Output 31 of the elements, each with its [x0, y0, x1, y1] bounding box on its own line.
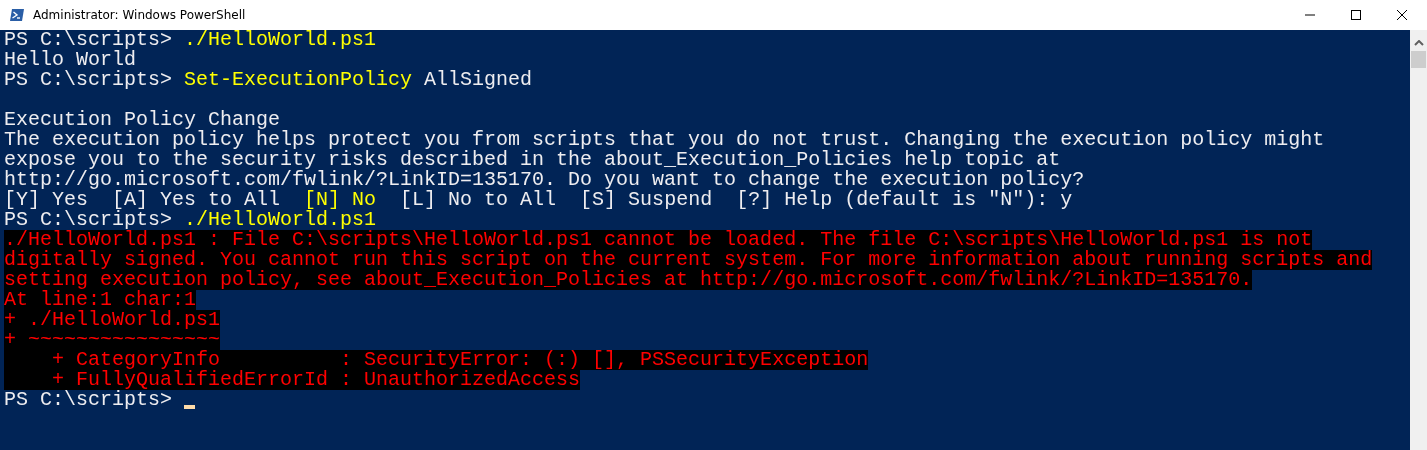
close-icon	[1397, 10, 1407, 20]
output-text: [L] No to All [S] Suspend [?] Help (default is "N"): y	[400, 190, 1073, 210]
prompt-text: PS C:\scripts>	[4, 70, 174, 90]
error-text: + FullyQualifiedErrorId : UnauthorizedAccess	[4, 370, 581, 390]
output-text: Hello World	[4, 50, 137, 70]
scroll-up-icon[interactable]	[1413, 40, 1424, 46]
prompt-text: PS C:\scripts>	[4, 30, 174, 50]
error-text: + ~~~~~~~~~~~~~~~~	[4, 330, 221, 350]
error-text: + CategoryInfo : SecurityError: (:) [], PSSecurityException	[4, 350, 869, 370]
prompt-text: PS C:\scripts>	[4, 390, 173, 410]
error-text: ./HelloWorld.ps1 : File C:\scripts\HelloWorld.ps1 cannot be loaded. The file C:\scripts\HelloWorld.ps1 is not	[4, 230, 1313, 250]
command-text: [N] No	[304, 190, 377, 210]
output-text: The execution policy helps protect you from scripts that you do not trust. Changing the execution policy might	[4, 130, 1325, 150]
output-text: Execution Policy Change	[4, 110, 281, 130]
maximize-icon	[1351, 10, 1361, 20]
powershell-icon	[9, 7, 25, 23]
error-text: At line:1 char:1	[4, 290, 197, 310]
command-text: Set-ExecutionPolicy	[184, 70, 413, 90]
command-text: ./HelloWorld.ps1	[184, 210, 377, 230]
window-title: Administrator: Windows PowerShell	[33, 8, 246, 22]
prompt-text: PS C:\scripts>	[4, 210, 173, 230]
scrollbar[interactable]	[1410, 30, 1427, 450]
error-text: digitally signed. You cannot run this script on the current system. For more information about running scripts and	[4, 250, 1373, 270]
scrollbar-thumb[interactable]	[1411, 51, 1426, 68]
command-text: ./HelloWorld.ps1	[184, 30, 377, 50]
output-text: expose you to the security risks described in the about_Execution_Policies help topic at	[4, 150, 1061, 170]
output-text: AllSigned	[423, 70, 533, 90]
error-text: + ./HelloWorld.ps1	[4, 310, 221, 330]
output-text: [Y] Yes [A] Yes to All	[4, 190, 281, 210]
error-text: setting execution policy, see about_Execution_Policies at http://go.microsoft.com/fwlink/?LinkID=135170.	[4, 270, 1253, 290]
output-text: http://go.microsoft.com/fwlink/?LinkID=135170. Do you want to change the execution policy?	[4, 170, 1085, 190]
